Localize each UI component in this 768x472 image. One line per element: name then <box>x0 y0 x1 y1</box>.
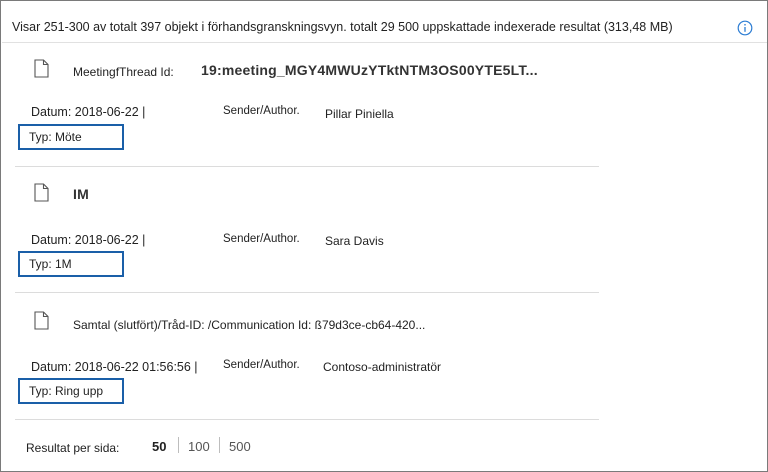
thread-id-value: 19:meeting_MGY4MWUzYTktNTM3OS00YTE5LT... <box>201 62 538 78</box>
thread-id-label: MeetingfThread Id: <box>73 65 174 79</box>
result-type-highlight: Typ: Möte <box>18 124 124 150</box>
document-icon <box>34 183 49 202</box>
result-date: Datum: 2018-06-22 01:56:56 | <box>31 360 198 374</box>
result-date: Datum: 2018-06-22 | <box>31 105 146 119</box>
document-icon <box>34 311 49 330</box>
sender-label: Sender/Author. <box>223 233 300 245</box>
sender-value: Contoso-administratör <box>323 360 442 374</box>
sender-label: Sender/Author. <box>223 105 300 117</box>
result-separator <box>15 419 599 420</box>
info-icon[interactable] <box>737 20 753 36</box>
result-type-highlight: Typ: Ring upp <box>18 378 124 404</box>
result-item-3[interactable]: Samtal (slutfört)/Tråd-ID: /Communicatio… <box>1 293 601 413</box>
result-title: IM <box>73 186 89 202</box>
document-icon <box>34 59 49 78</box>
page-size-500[interactable]: 500 <box>229 439 251 454</box>
result-item-1[interactable]: MeetingfThread Id: 19:meeting_MGY4MWUzYT… <box>1 43 601 163</box>
result-item-2[interactable]: IM Datum: 2018-06-22 | Sender/Author. Sa… <box>1 167 601 287</box>
results-summary: Visar 251-300 av totalt 397 objekt i för… <box>12 20 673 34</box>
sender-value: Sara Davis <box>325 234 384 248</box>
pagination-divider <box>178 437 179 453</box>
communication-id-label: Samtal (slutfört)/Tråd-ID: /Communicatio… <box>73 318 426 332</box>
sender-value: Pillar Piniella <box>325 107 394 121</box>
result-date: Datum: 2018-06-22 | <box>31 233 146 247</box>
pagination-divider <box>219 437 220 453</box>
result-type-highlight: Typ: 1M <box>18 251 124 277</box>
results-per-page-label: Resultat per sida: <box>26 441 120 455</box>
page-size-100[interactable]: 100 <box>188 439 210 454</box>
page-size-50[interactable]: 50 <box>152 439 166 454</box>
results-panel: Visar 251-300 av totalt 397 objekt i för… <box>0 0 768 472</box>
sender-label: Sender/Author. <box>223 359 300 371</box>
